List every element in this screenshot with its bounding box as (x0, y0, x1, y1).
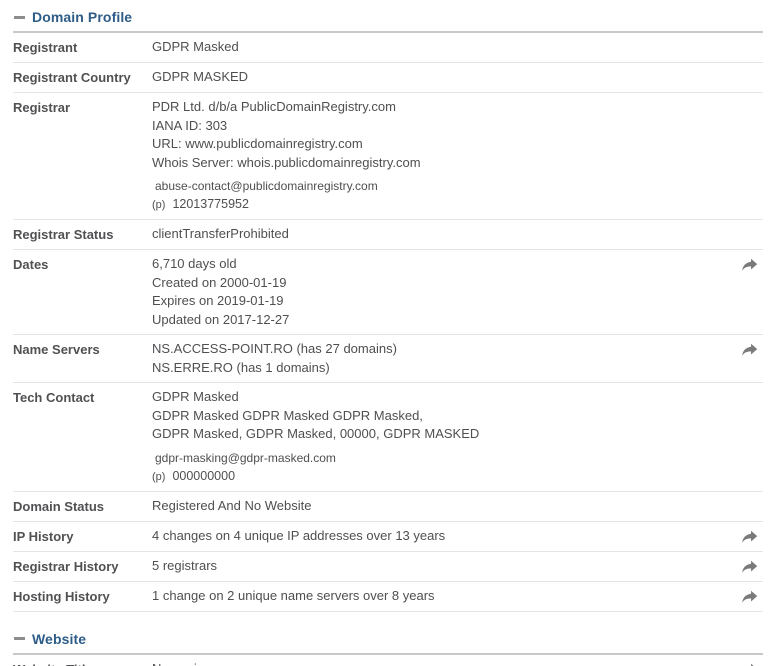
row-label: Dates (13, 257, 49, 272)
registrar-abuse-phone: (p) 12013775952 (152, 195, 763, 214)
row-label: Registrant (13, 40, 78, 55)
section-title: Domain Profile (32, 9, 133, 25)
table-row-registrant: Registrant GDPR Masked (13, 33, 763, 63)
phone-number: 12013775952 (172, 197, 249, 211)
row-value: None given. (152, 660, 741, 666)
table-row-dates: Dates 6,710 days old Created on 2000-01-… (13, 250, 763, 335)
phone-number: 000000000 (172, 468, 236, 483)
row-label: Hosting History (13, 588, 110, 604)
row-value: GDPR MASKED (152, 69, 249, 84)
row-value: 5 registrars (152, 557, 218, 573)
registrar-contact: abuse-contact@publicdomainregistry.com (… (152, 177, 763, 214)
share-arrow-icon[interactable] (741, 257, 758, 272)
collapse-minus-icon (14, 637, 25, 640)
table-row-registrar-status: Registrar Status clientTransferProhibite… (13, 220, 763, 250)
table-row-tech-contact: Tech Contact GDPR Masked GDPR Masked GDP… (13, 383, 763, 492)
table-row-hosting-history: Hosting History 1 change on 2 unique nam… (13, 582, 763, 612)
table-row-ip-history: IP History 4 changes on 4 unique IP addr… (13, 522, 763, 552)
section-title: Website (32, 630, 87, 647)
row-value: 6,710 days old Created on 2000-01-19 Exp… (152, 256, 290, 327)
row-value: clientTransferProhibited (152, 226, 289, 241)
row-value: 4 changes on 4 unique IP addresses over … (152, 527, 446, 543)
table-row-registrant-country: Registrant Country GDPR MASKED (13, 63, 763, 93)
domain-profile-page: Domain Profile Registrant GDPR Masked Re… (0, 0, 774, 666)
row-value: NS.ACCESS-POINT.RO (has 27 domains) NS.E… (152, 341, 397, 375)
tech-contact-phone: (p) 000000000 (152, 467, 763, 486)
row-label: Registrar History (13, 558, 119, 574)
table-row-domain-status: Domain Status Registered And No Website (13, 492, 763, 522)
share-arrow-icon[interactable] (741, 589, 758, 604)
row-label: Domain Status (13, 498, 105, 514)
tech-contact-info: gdpr-masking@gdpr-masked.com (p) 0000000… (152, 449, 763, 486)
table-row-website-title: Website Title None given. (13, 655, 763, 666)
share-arrow-icon[interactable] (741, 342, 758, 357)
table-row-name-servers: Name Servers NS.ACCESS-POINT.RO (has 27 … (13, 335, 763, 383)
row-label: Name Servers (13, 342, 100, 357)
row-value: GDPR Masked (152, 39, 239, 54)
row-label: Registrar Status (13, 227, 114, 242)
tech-contact-email: gdpr-masking@gdpr-masked.com (155, 450, 336, 465)
section-header-domain-profile[interactable]: Domain Profile (13, 0, 763, 33)
share-arrow-icon[interactable] (741, 662, 758, 666)
table-row-registrar: Registrar PDR Ltd. d/b/a PublicDomainReg… (13, 93, 763, 220)
phone-prefix: (p) (152, 199, 166, 211)
row-label: Registrant Country (13, 70, 131, 85)
row-label: Registrar (13, 100, 71, 115)
row-value: Registered And No Website (152, 497, 312, 513)
registrar-abuse-email: abuse-contact@publicdomainregistry.com (155, 179, 378, 193)
row-value: 1 change on 2 unique name servers over 8… (152, 587, 435, 603)
row-label: Website Title (13, 660, 152, 666)
row-label: Tech Contact (13, 390, 95, 405)
phone-prefix: (p) (152, 470, 166, 483)
section-header-website[interactable]: Website (13, 622, 763, 655)
share-arrow-icon[interactable] (741, 529, 758, 544)
share-arrow-icon[interactable] (741, 559, 758, 574)
table-row-registrar-history: Registrar History 5 registrars (13, 552, 763, 582)
collapse-minus-icon (14, 15, 25, 19)
row-value: PDR Ltd. d/b/a PublicDomainRegistry.com … (152, 98, 763, 214)
row-label: IP History (13, 528, 74, 544)
row-value: GDPR Masked GDPR Masked GDPR Masked GDPR… (152, 388, 763, 486)
